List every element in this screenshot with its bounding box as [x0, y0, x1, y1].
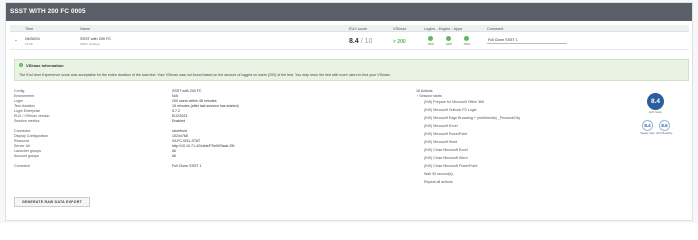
detail-key: Session metrics	[14, 119, 40, 123]
detail-key: Display Configuration	[14, 134, 49, 138]
eux-score-badge: 8.4	[647, 93, 664, 110]
detail-key: Comment	[14, 164, 30, 168]
detail-key: Resource	[14, 139, 30, 143]
detail-key: Login	[14, 99, 23, 103]
detail-value: storefront	[172, 129, 188, 133]
detail-key: Login Enterprise	[14, 109, 41, 113]
detail-value: 15 minutes (after last session has start…	[172, 104, 239, 108]
row-status-indicators: 100% 100% 100%	[424, 36, 478, 48]
column-eux-score[interactable]: EUX score	[349, 27, 367, 31]
test-result-card: SSST WITH 200 FC 0005 Time Name EUX scor…	[5, 2, 693, 221]
eux-score-value: 8.4	[349, 38, 359, 45]
list-item: (KW) Close Microsoft Excel	[424, 148, 468, 152]
chevron-up-icon[interactable]: ⌃	[14, 39, 18, 45]
detail-key: EUX / VSImax version	[14, 114, 50, 118]
info-icon: i	[19, 63, 23, 67]
page: SSST WITH 200 FC 0005 Time Name EUX scor…	[0, 0, 698, 223]
apps-status-label: 100%	[463, 42, 471, 46]
results-table-header: Time Name EUX score VSImax Logins - Engi…	[10, 25, 689, 32]
column-logins-engine-apps[interactable]: Logins - Engine - Apps	[424, 27, 462, 31]
logins-status-dot	[428, 36, 433, 41]
detail-value: All	[172, 154, 176, 158]
vsimax-info-panel: i VSImax information The End User Experi…	[14, 59, 689, 81]
detail-key: Account groups	[14, 154, 39, 158]
table-row[interactable]: ⌃ 26/06/24 13:40 SSST with 200 FC SSST: …	[10, 33, 689, 50]
engine-status-dot	[446, 36, 451, 41]
eux-baseline-label: EUX Baseline	[656, 132, 673, 135]
detail-value: 03-FC-W11-STAT	[172, 139, 201, 143]
detail-value: 5.7.2	[172, 109, 180, 113]
detail-key: Test duration	[14, 104, 35, 108]
steady-state-badge: 8.4	[642, 120, 653, 131]
detail-value: EUX2023	[172, 114, 188, 118]
eux-score-denominator: / 10	[360, 38, 373, 45]
list-item: (KW) Prepare for Microsoft Office 365	[424, 100, 485, 104]
detail-value: N/A	[172, 94, 178, 98]
row-time: 13:40	[25, 42, 33, 46]
list-item: Wait 30 second(s)	[424, 172, 453, 176]
logins-status-label: 100%	[427, 42, 435, 46]
row-status: SSST: finished	[80, 42, 100, 46]
list-item: (KW) Close Microsoft Word	[424, 156, 468, 160]
generate-raw-data-export-button[interactable]: GENERATE RAW DATA EXPORT	[14, 197, 90, 207]
comment-input[interactable]	[487, 37, 567, 44]
list-item: (KW) Microsoft Outlook FS Login	[424, 108, 477, 112]
column-comment[interactable]: Comment	[487, 27, 503, 31]
title-bar: SSST WITH 200 FC 0005	[6, 3, 692, 21]
list-item: Repeat all actions	[424, 180, 453, 184]
list-item: (KW) Microsoft Excel	[424, 124, 458, 128]
list-item: › Session starts	[417, 94, 442, 98]
column-time[interactable]: Time	[25, 27, 33, 31]
actions-count: 16 Actions	[416, 89, 433, 93]
vsimax-info-text: The End User Experience score was accept…	[19, 73, 391, 77]
row-name: SSST with 200 FC	[80, 37, 112, 41]
detail-key: Connector	[14, 129, 31, 133]
row-eux-score: 8.4 / 10	[349, 38, 372, 45]
list-item: (KW) Microsoft Word	[424, 140, 458, 144]
detail-key: Environment	[14, 94, 35, 98]
detail-value: All	[172, 149, 176, 153]
apps-status-dot	[464, 36, 469, 41]
vsimax-info-title: VSImax information	[26, 63, 64, 68]
list-item: (KW) Close Microsoft PowerPoint	[424, 164, 478, 168]
detail-value: 1024x768	[172, 134, 188, 138]
list-item: (KW) Microsoft PowerPoint	[424, 132, 468, 136]
column-name[interactable]: Name	[80, 27, 90, 31]
eux-score-label: EUX Score	[649, 111, 662, 114]
engine-status-label: 100%	[445, 42, 453, 46]
row-date: 26/06/24	[25, 37, 40, 41]
detail-key: Server Url	[14, 144, 31, 148]
column-vsimax[interactable]: VSImax	[393, 27, 406, 31]
detail-value: Full Clone SSST 1	[172, 164, 202, 168]
list-item: (KW) Microsoft Edge Browsing + (multimed…	[424, 116, 521, 120]
detail-value: Enabled	[172, 119, 186, 123]
action-label: Session starts	[419, 94, 442, 98]
detail-value: http://10.10.71.42/citrix/FSeWStack-SN	[172, 144, 235, 148]
row-vsimax: > 200	[393, 39, 406, 45]
detail-value: 200 users within 48 minutes	[172, 99, 217, 103]
detail-key: Config	[14, 89, 25, 93]
page-title: SSST WITH 200 FC 0005	[10, 8, 86, 15]
detail-key: Launcher groups	[14, 149, 41, 153]
eux-baseline-badge: 8.6	[659, 120, 670, 131]
detail-value: SSST with 200 FC	[172, 89, 202, 93]
